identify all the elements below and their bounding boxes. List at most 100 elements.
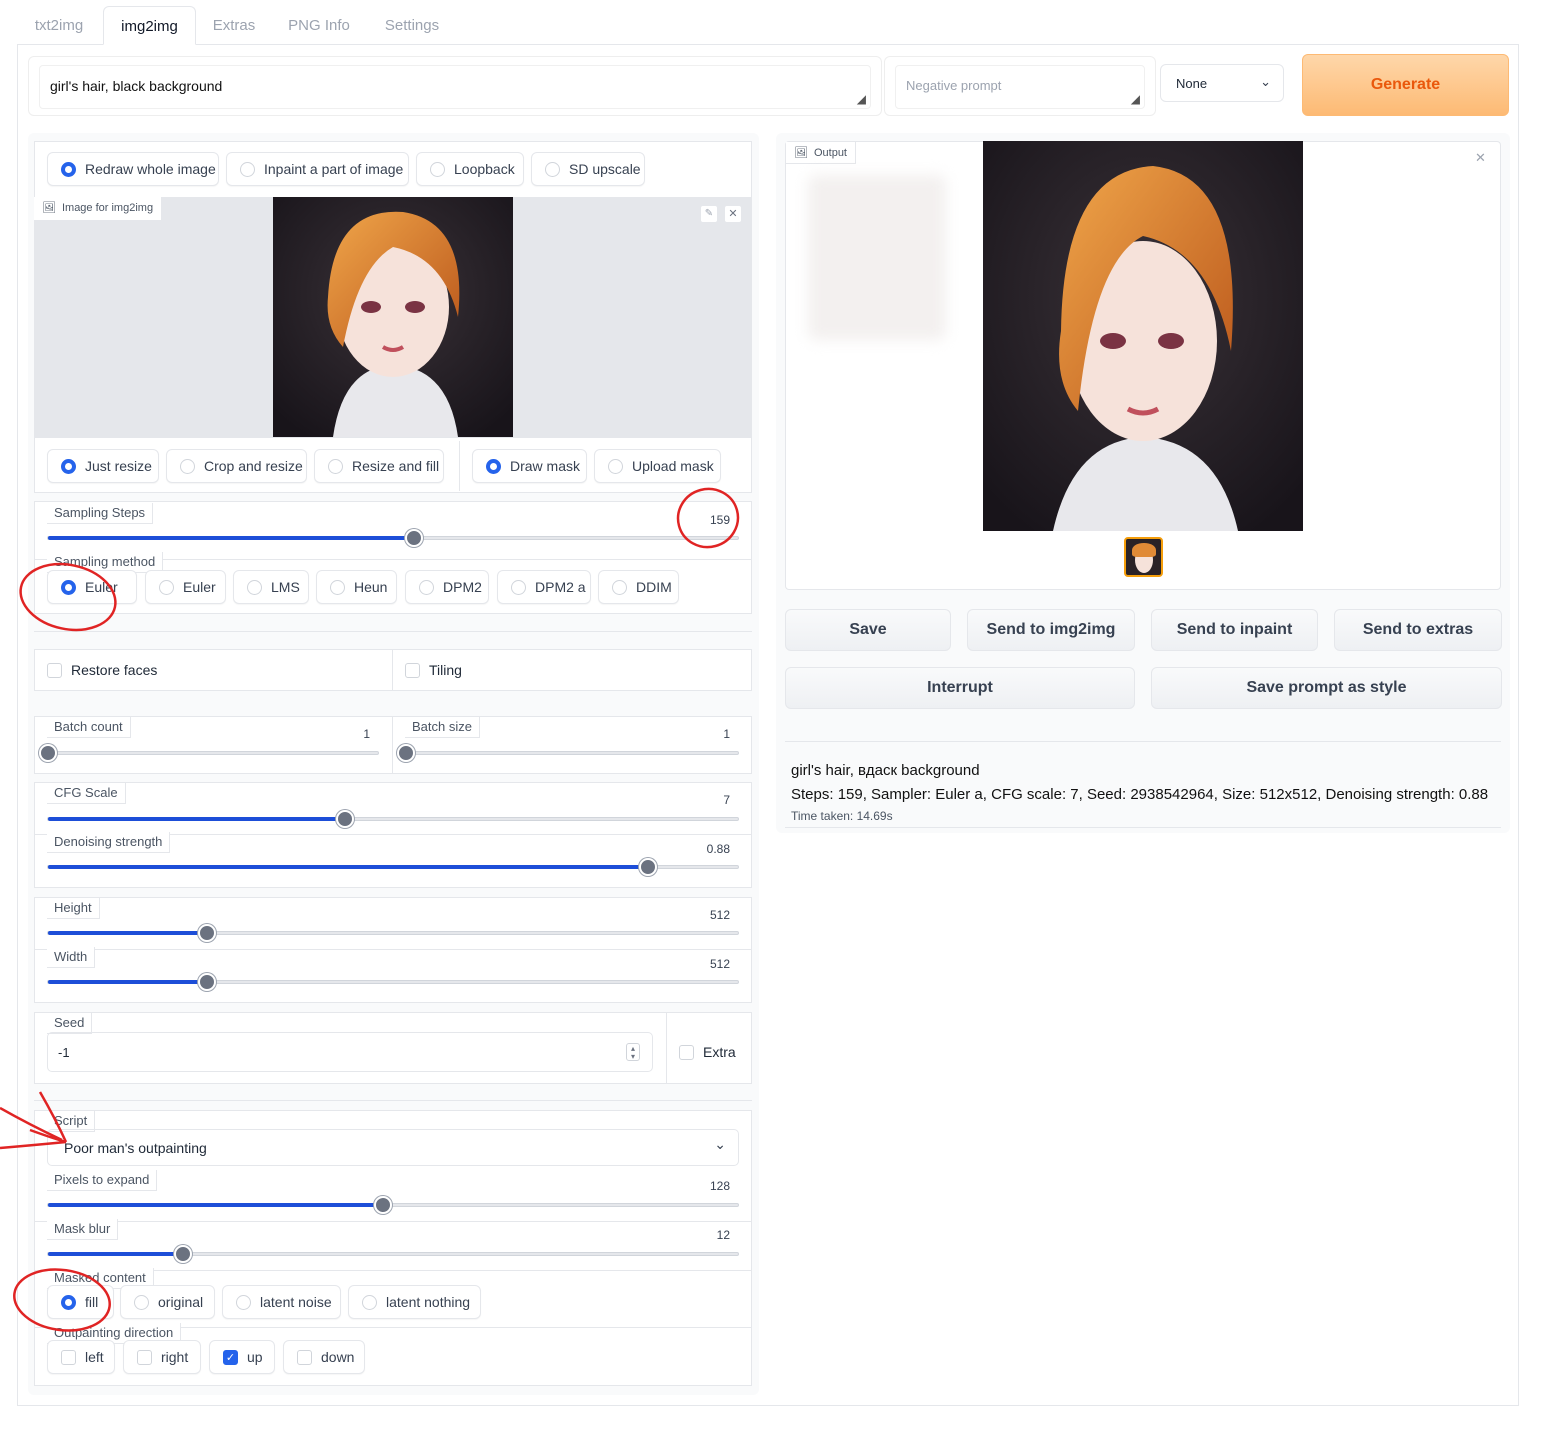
batch-size-slider[interactable] [397,744,739,762]
sampling-steps-handle[interactable] [404,529,423,547]
restore-faces-checkbox[interactable]: Restore faces [47,662,157,678]
prompt-input[interactable]: girl's hair, black background ◢ [39,65,871,109]
radio-inpaint[interactable]: Inpaint a part of image [226,152,409,186]
radio-crop-and-resize[interactable]: Crop and resize [166,449,307,483]
mask-blur-fill [48,1252,183,1256]
checkbox-box [405,662,420,678]
radio-dot [61,458,76,474]
radio-sd-upscale[interactable]: SD upscale [531,152,645,186]
size-group [34,897,752,1003]
tab-settings[interactable]: Settings [369,6,455,45]
radio-label: Euler [85,579,118,595]
radio-dot [362,1294,377,1310]
denoising-slider[interactable] [47,858,739,876]
radio-original[interactable]: original [120,1285,215,1319]
seed-input[interactable]: -1 ▴ ▾ [47,1032,653,1072]
checkbox-down[interactable]: down [283,1340,365,1374]
cfg-scale-handle[interactable] [335,810,354,828]
cfg-scale-value[interactable]: 7 [680,793,730,807]
radio-dot [61,161,76,177]
divider [666,1012,667,1084]
width-value[interactable]: 512 [680,957,730,971]
tab-extras[interactable]: Extras [198,6,270,45]
radio-dot [608,458,623,474]
tiling-checkbox[interactable]: Tiling [405,662,462,678]
mask-blur-value[interactable]: 12 [680,1228,730,1242]
radio-latent-noise[interactable]: latent noise [222,1285,341,1319]
thumbnail[interactable] [1124,537,1163,577]
pixels-to-expand-handle[interactable] [373,1196,392,1214]
radio-label: SD upscale [569,161,641,177]
resize-handle-icon[interactable]: ◢ [1131,92,1140,106]
radio-draw-mask[interactable]: Draw mask [472,449,587,483]
radio-loopback[interactable]: Loopback [416,152,524,186]
stepper-icon[interactable]: ▴ ▾ [626,1043,640,1061]
batch-count-slider[interactable] [39,744,379,762]
sampling-steps-value[interactable]: 159 [680,513,730,527]
batch-count-handle[interactable] [39,744,57,762]
mask-blur-slider[interactable] [47,1245,739,1263]
tab-img2img[interactable]: img2img [103,6,196,45]
send-to-inpaint-button[interactable]: Send to inpaint [1151,609,1318,651]
image-input-area[interactable]: 🖼 Image for img2img ✎ ✕ [34,197,752,438]
radio-dot [247,579,262,595]
height-handle[interactable] [197,924,216,942]
cfg-scale-slider[interactable] [47,810,739,828]
radio-dpm2[interactable]: DPM2 [405,570,489,604]
save-prompt-as-style-button[interactable]: Save prompt as style [1151,667,1502,709]
tab-png-info[interactable]: PNG Info [275,6,363,45]
radio-heun[interactable]: Heun [316,570,397,604]
tab-txt2img[interactable]: txt2img [17,6,101,45]
radio-lms[interactable]: LMS [233,570,309,604]
pixels-to-expand-slider[interactable] [47,1196,739,1214]
height-value[interactable]: 512 [680,908,730,922]
sampling-steps-slider[interactable] [47,529,739,547]
radio-upload-mask[interactable]: Upload mask [594,449,721,483]
interrupt-button[interactable]: Interrupt [785,667,1135,709]
radio-latent-nothing[interactable]: latent nothing [348,1285,481,1319]
send-to-extras-button[interactable]: Send to extras [1334,609,1502,651]
divider [34,949,752,950]
radio-redraw-whole-image[interactable]: Redraw whole image [47,152,219,186]
close-icon[interactable]: ✕ [1475,150,1486,166]
checkbox-box [61,1349,76,1365]
width-handle[interactable] [197,973,216,991]
pixels-to-expand-value[interactable]: 128 [680,1179,730,1193]
negative-prompt-input[interactable]: Negative prompt ◢ [895,65,1145,109]
extra-checkbox[interactable]: Extra [679,1044,736,1060]
script-select[interactable]: Poor man's outpainting ⌄ [47,1129,739,1166]
checkbox-label: Restore faces [71,662,158,678]
radio-euler-a[interactable]: Euler [47,570,137,604]
checkbox-up[interactable]: ✓ up [209,1340,275,1374]
close-icon[interactable]: ✕ [724,205,742,223]
radio-ddim[interactable]: DDIM [598,570,679,604]
batch-size-handle[interactable] [397,744,415,762]
width-slider[interactable] [47,973,739,991]
batch-count-label: Batch count [47,717,131,738]
radio-resize-and-fill[interactable]: Resize and fill [314,449,444,483]
radio-dot [419,579,434,595]
denoising-value[interactable]: 0.88 [680,842,730,856]
radio-label: Heun [354,579,388,595]
edit-icon[interactable]: ✎ [700,205,718,223]
radio-just-resize[interactable]: Just resize [47,449,159,483]
radio-fill[interactable]: fill [47,1285,114,1319]
resize-handle-icon[interactable]: ◢ [857,92,866,106]
checkbox-right[interactable]: right [123,1340,201,1374]
height-slider[interactable] [47,924,739,942]
radio-dpm2-a[interactable]: DPM2 a [497,570,591,604]
output-image[interactable] [983,141,1303,531]
send-to-img2img-button[interactable]: Send to img2img [967,609,1135,651]
radio-euler[interactable]: Euler [145,570,226,604]
batch-count-value[interactable]: 1 [320,727,370,741]
radio-dot [486,458,501,474]
save-button[interactable]: Save [785,609,951,651]
info-prompt: girl's hair, вдаск background [791,762,980,779]
checkbox-left[interactable]: left [47,1340,115,1374]
radio-label: LMS [271,579,300,595]
batch-size-value[interactable]: 1 [680,727,730,741]
generate-button[interactable]: Generate [1302,54,1509,116]
mask-blur-handle[interactable] [173,1245,192,1263]
style-select[interactable]: None ⌄ [1160,64,1284,102]
image-icon: 🖼 [794,147,808,159]
